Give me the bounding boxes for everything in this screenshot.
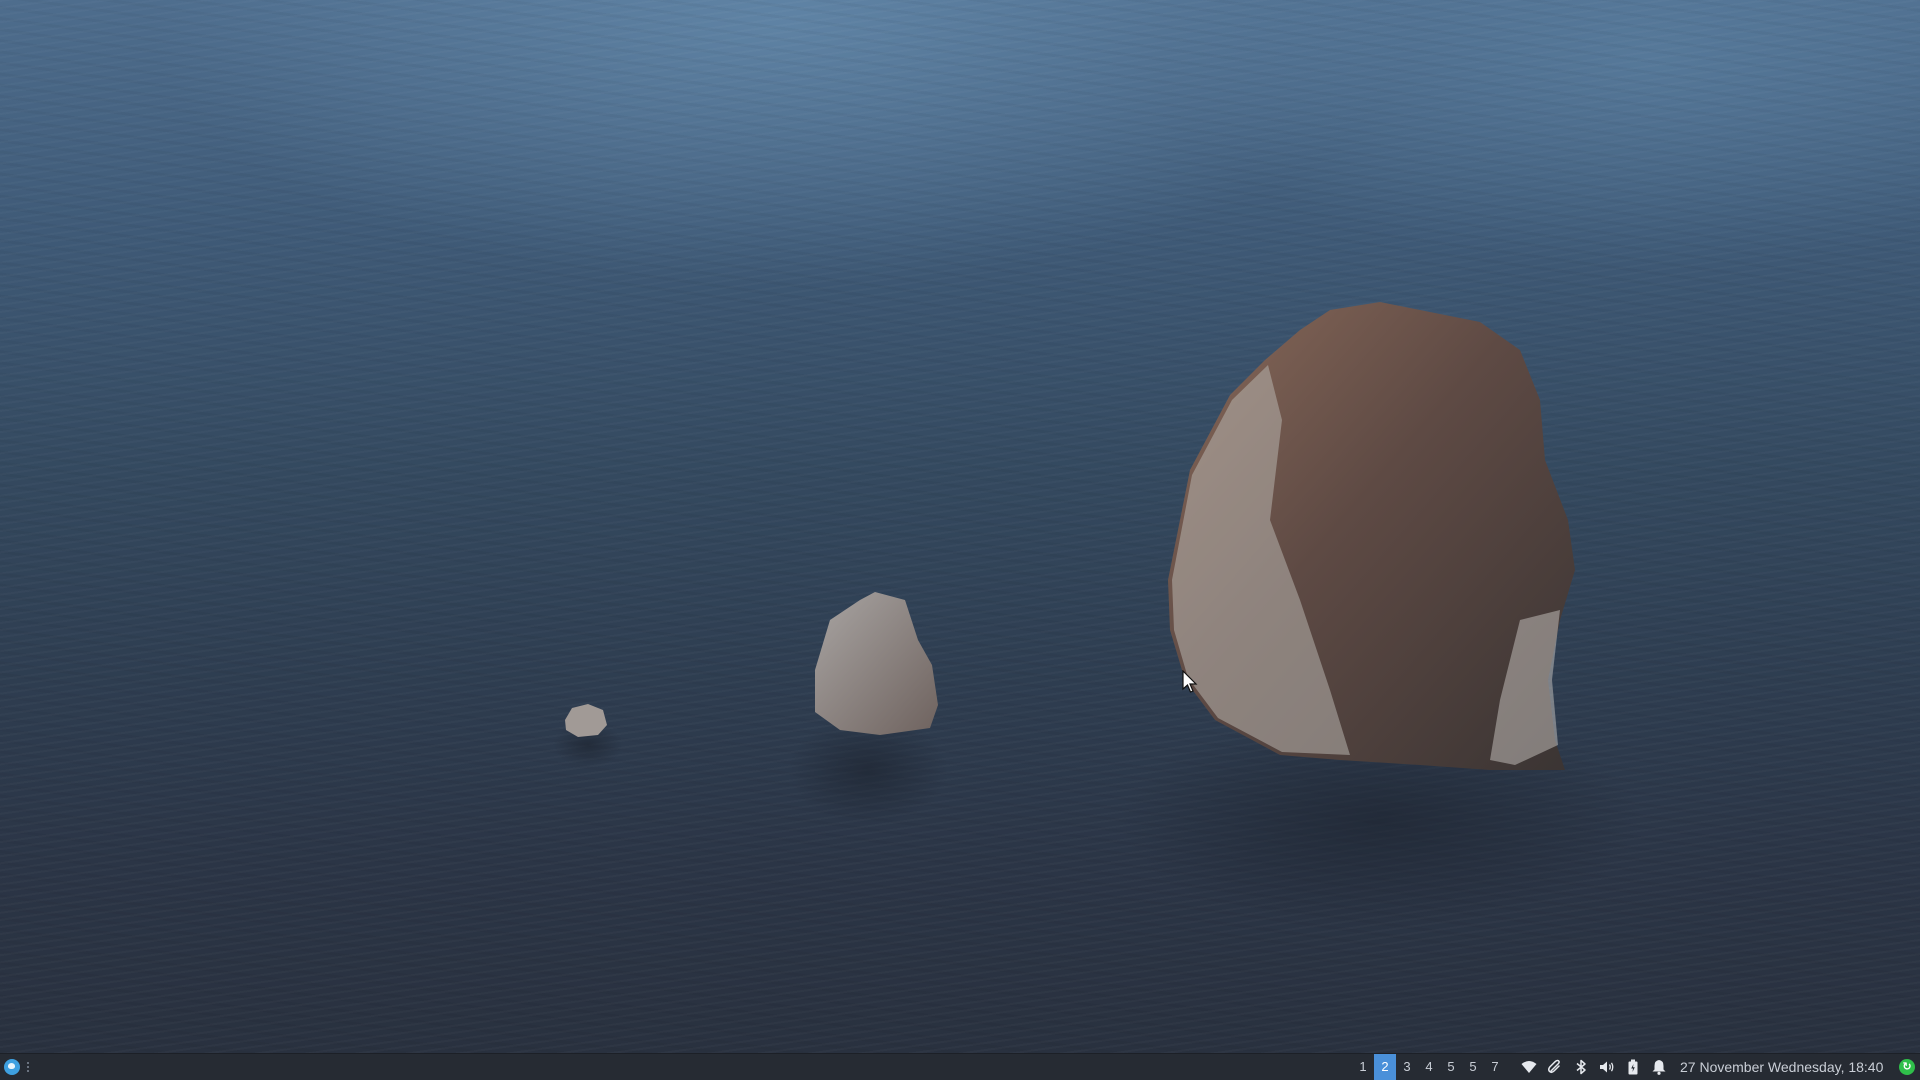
taskbar-grip-handle[interactable] [27,1062,29,1073]
workspace-4[interactable]: 4 [1418,1054,1440,1080]
battery-icon[interactable] [1620,1054,1646,1080]
workspace-3[interactable]: 3 [1396,1054,1418,1080]
attachment-icon[interactable] [1542,1054,1568,1080]
desktop-wallpaper [0,0,1920,1053]
wallpaper-rocks [553,302,1640,930]
workspace-switcher: 1 2 3 4 5 5 7 [1352,1054,1506,1080]
notification-bell-icon[interactable] [1646,1054,1672,1080]
workspace-5[interactable]: 5 [1440,1054,1462,1080]
workspace-6[interactable]: 5 [1462,1054,1484,1080]
system-tray [1516,1054,1672,1080]
taskbar: 1 2 3 4 5 5 7 27 November Wednesday, 18:… [0,1053,1920,1080]
app-launcher-icon[interactable] [4,1059,20,1075]
mouse-cursor-icon [1182,670,1198,693]
volume-icon[interactable] [1594,1054,1620,1080]
wifi-icon[interactable] [1516,1054,1542,1080]
middle-rock [815,592,938,735]
workspace-7[interactable]: 7 [1484,1054,1506,1080]
workspace-2[interactable]: 2 [1374,1054,1396,1080]
update-icon[interactable]: ↻ [1899,1059,1915,1075]
clock-date-time[interactable]: 27 November Wednesday, 18:40 [1680,1054,1883,1080]
workspace-1[interactable]: 1 [1352,1054,1374,1080]
bluetooth-icon[interactable] [1568,1054,1594,1080]
